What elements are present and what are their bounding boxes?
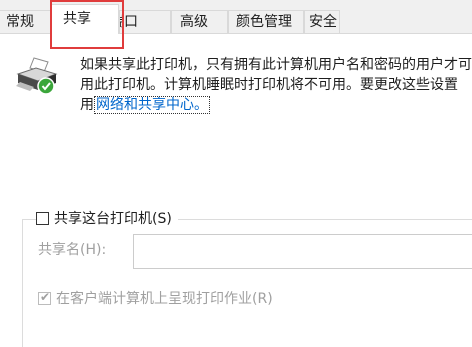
- checkmark-icon: ✔: [40, 289, 51, 304]
- tab-ports[interactable]: 端口: [119, 10, 171, 33]
- tab-advanced[interactable]: 高级: [171, 10, 228, 33]
- tab-sharing-label: 共享: [63, 11, 91, 27]
- info-line-2: 用此打印机。计算机睡眠时打印机将不可用。要更改这些设置: [80, 77, 458, 93]
- render-print-jobs-row[interactable]: ✔ 在客户端计算机上呈现打印作业(R): [38, 288, 273, 308]
- info-line-1: 如果共享此打印机，只有拥有此计算机用户名和密码的用户才可: [80, 57, 472, 73]
- sharing-info-text: 如果共享此打印机，只有拥有此计算机用户名和密码的用户才可 用此打印机。计算机睡眠…: [80, 55, 472, 115]
- info-line-3-prefix: 用: [80, 97, 94, 113]
- sharing-tab-panel: 如果共享此打印机，只有拥有此计算机用户名和密码的用户才可 用此打印机。计算机睡眠…: [0, 34, 472, 347]
- tab-sharing[interactable]: 共享: [51, 4, 119, 34]
- tab-color-management[interactable]: 颜色管理: [228, 10, 304, 33]
- tab-color-management-label: 颜色管理: [236, 14, 292, 30]
- share-name-label: 共享名(H):: [38, 242, 107, 258]
- render-print-jobs-checkbox[interactable]: ✔: [38, 289, 51, 305]
- share-printer-checkbox-row[interactable]: 共享这台打印机(S): [36, 208, 178, 228]
- info-line-3: 用网络和共享中心。: [80, 95, 472, 115]
- tab-general-label: 常规: [6, 14, 34, 30]
- tab-general[interactable]: 常规: [0, 10, 51, 33]
- share-printer-label: 共享这台打印机(S): [54, 211, 172, 227]
- printer-properties-dialog: 常规 共享 端口 高级 颜色管理 安全: [0, 0, 472, 347]
- tab-advanced-label: 高级: [180, 14, 208, 30]
- share-name-input[interactable]: [133, 234, 472, 269]
- tab-ports-label: 端口: [120, 14, 138, 30]
- share-printer-checkbox[interactable]: [36, 211, 49, 225]
- tab-strip: 常规 共享 端口 高级 颜色管理 安全: [0, 0, 472, 34]
- tab-security[interactable]: 安全: [304, 10, 340, 33]
- tab-security-label: 安全: [309, 14, 337, 30]
- network-sharing-center-link[interactable]: 网络和共享中心。: [94, 96, 210, 114]
- printer-share-icon: [16, 57, 58, 95]
- render-print-jobs-label: 在客户端计算机上呈现打印作业(R): [56, 291, 273, 307]
